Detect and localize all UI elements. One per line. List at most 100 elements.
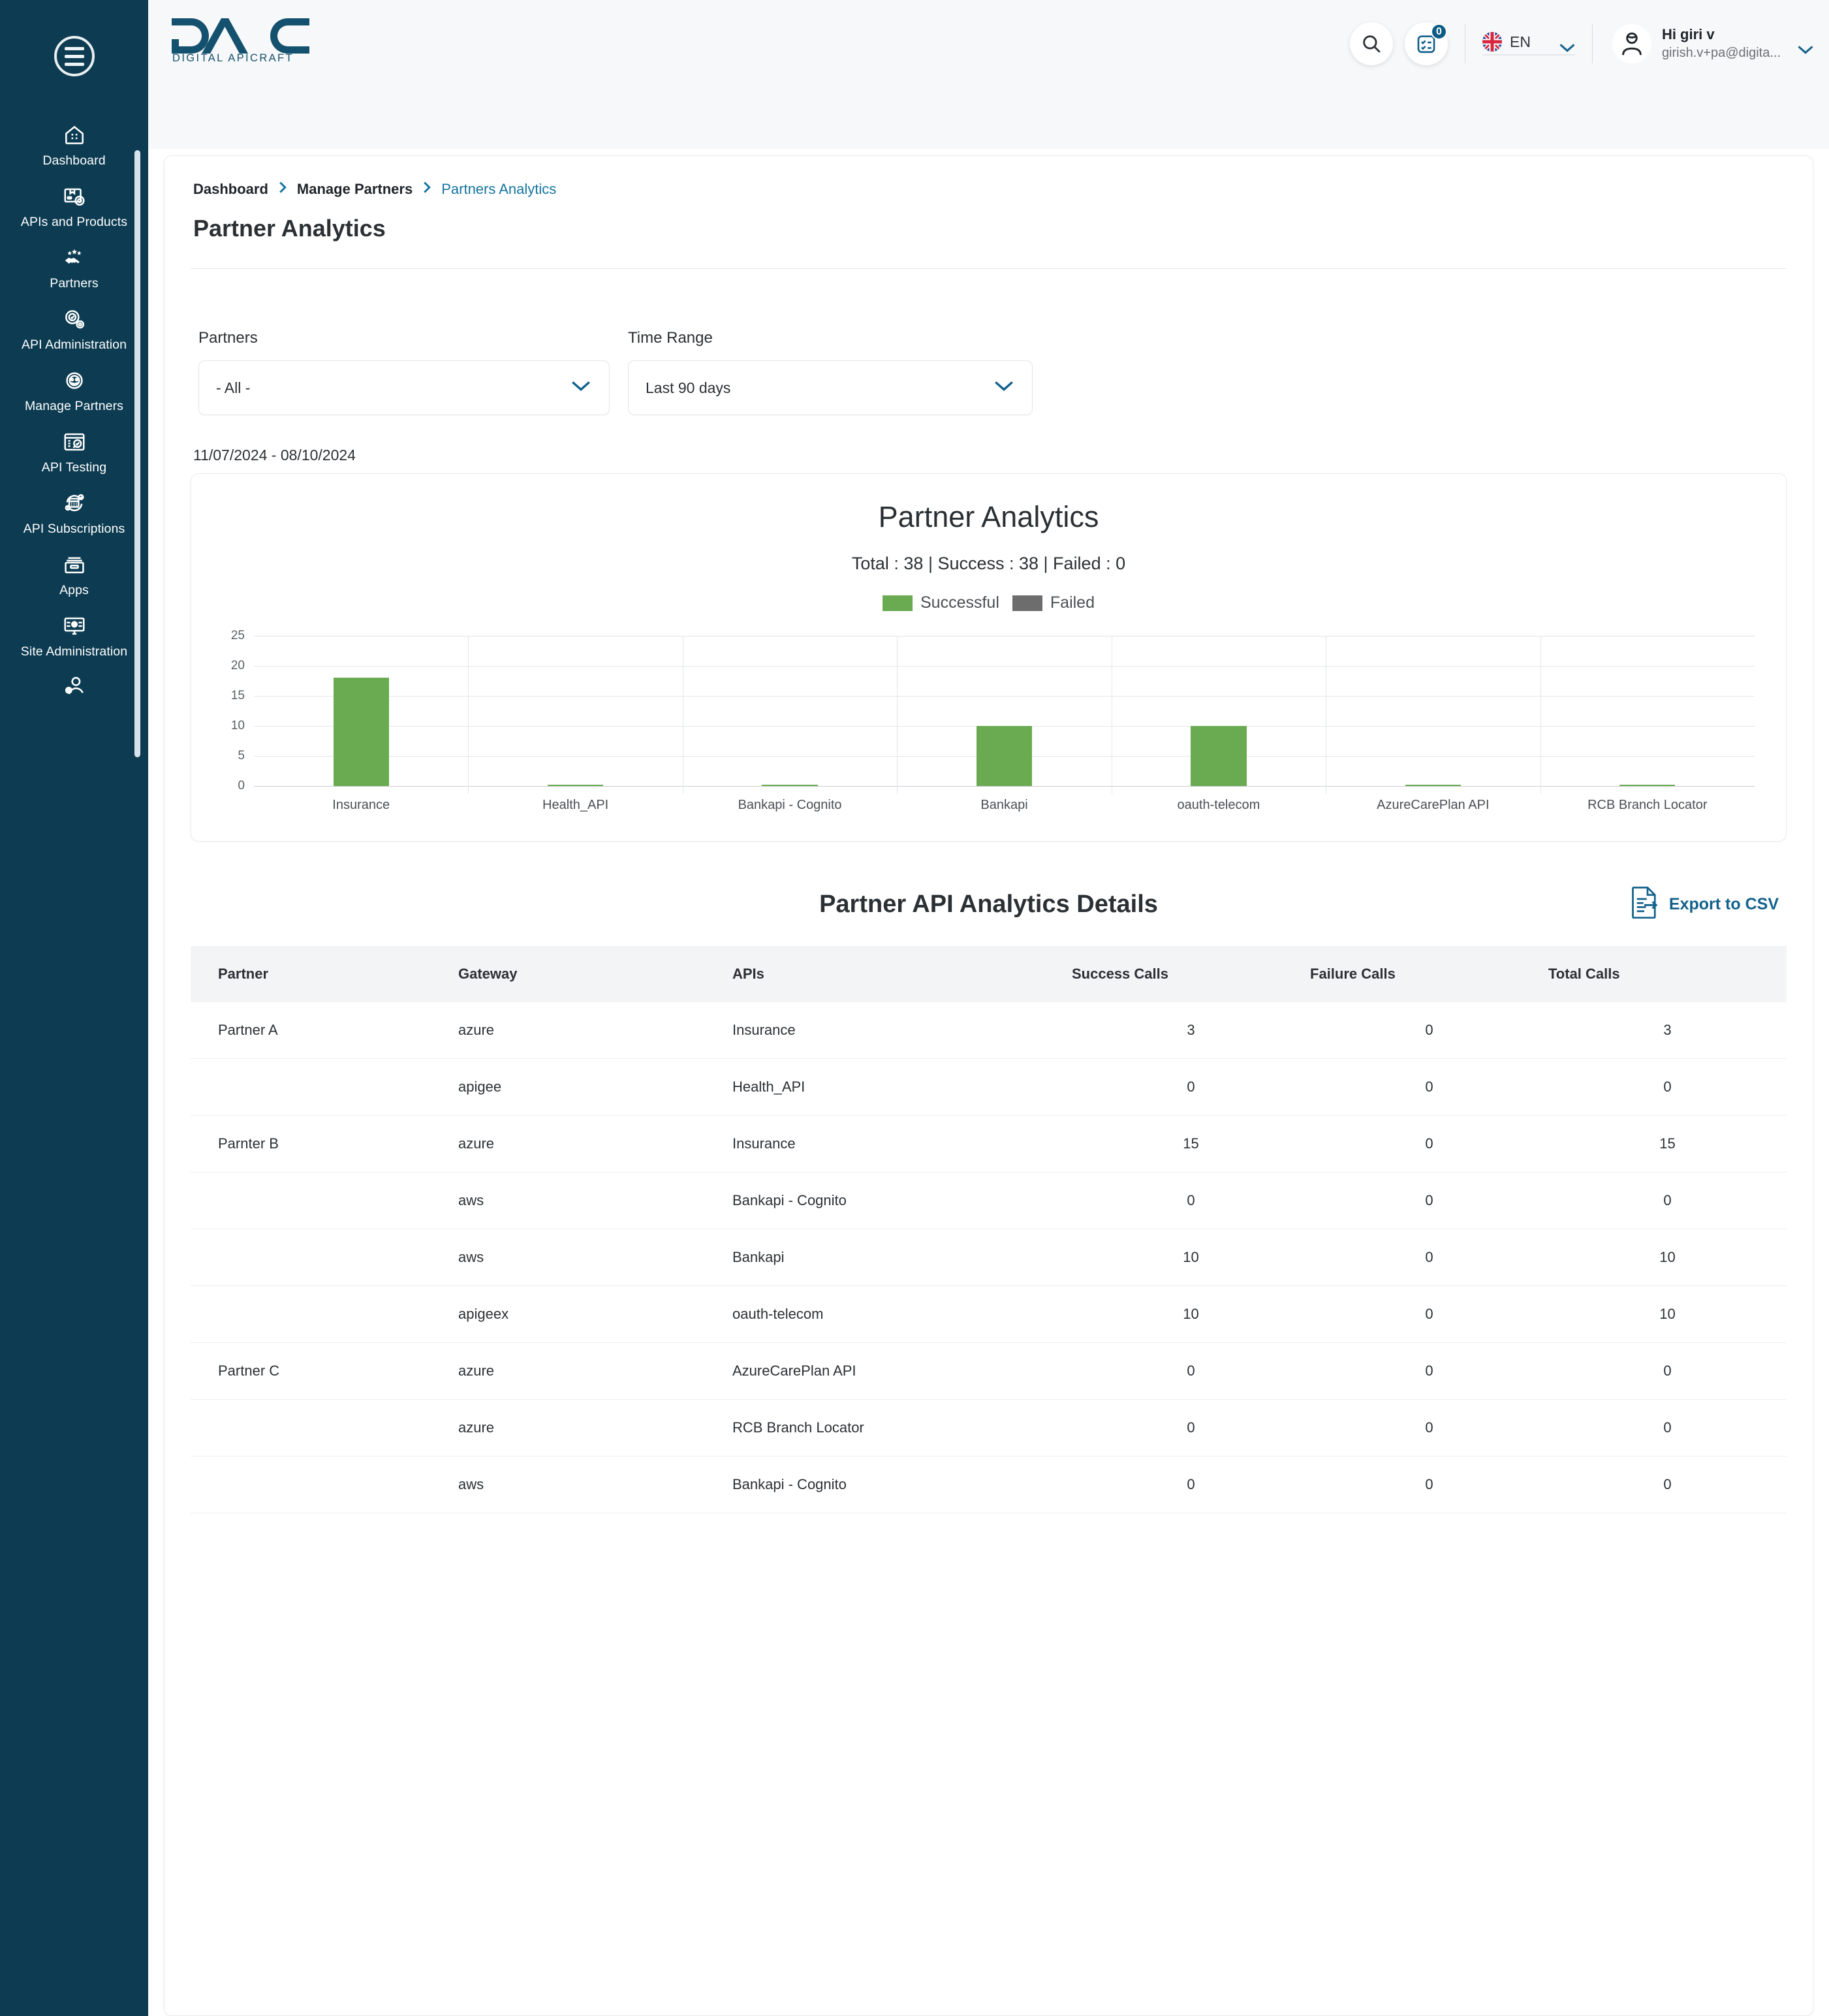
- sidebar-toggle[interactable]: [0, 0, 148, 112]
- cell-gateway: aws: [458, 1229, 732, 1286]
- cell-partner: [191, 1172, 458, 1229]
- table-row[interactable]: azure RCB Branch Locator 0 0 0: [191, 1399, 1787, 1457]
- search-icon: [1363, 35, 1381, 53]
- cell-apis: Bankapi: [732, 1229, 1072, 1286]
- chart-legend: Successful Failed: [213, 593, 1764, 612]
- cell-success-calls: 0: [1072, 1399, 1310, 1457]
- legend-label: Failed: [1050, 593, 1095, 612]
- column-header-failure-calls[interactable]: Failure Calls: [1310, 946, 1548, 1002]
- svg-text:DIGITAL APICRAFT: DIGITAL APICRAFT: [172, 52, 294, 63]
- gear-check-icon: [59, 306, 89, 333]
- sidebar-item-manage-partners[interactable]: Manage Partners: [0, 360, 148, 422]
- table-row[interactable]: Partner Cazure AzureCarePlan API 0 0 0: [191, 1342, 1787, 1400]
- chart-bar[interactable]: [1619, 784, 1676, 786]
- sidebar-item-api-testing[interactable]: API Testing: [0, 422, 148, 483]
- handshake-stars-icon: [59, 244, 89, 272]
- sidebar-item-dashboard[interactable]: Dashboard: [0, 115, 148, 176]
- sidebar-item-apis-and-products[interactable]: APIs and Products: [0, 176, 148, 238]
- calendar-refresh-dollar-icon: [59, 490, 89, 517]
- cell-total-calls: 0: [1548, 1456, 1787, 1513]
- x-axis-labels: Insurance Health_API Bankapi - Cognito Bank…: [254, 798, 1755, 824]
- user-email: girish.v+pa@digita...: [1661, 46, 1781, 60]
- hamburger-menu-icon[interactable]: [54, 36, 95, 76]
- export-file-icon: [1630, 886, 1659, 923]
- analytics-table: Partner Gateway APIs Success Calls Failu…: [191, 946, 1787, 1513]
- table-row[interactable]: aws Bankapi - Cognito 0 0 0: [191, 1456, 1787, 1513]
- search-button[interactable]: [1349, 22, 1393, 65]
- table-row[interactable]: apigee Health_API 0 0 0: [191, 1058, 1787, 1116]
- cell-total-calls: 0: [1548, 1058, 1787, 1116]
- table-row[interactable]: aws Bankapi 10 0 10: [191, 1229, 1787, 1286]
- chart-bar[interactable]: [333, 678, 389, 786]
- user-menu[interactable]: Hi giri v girish.v+pa@digita...: [1610, 24, 1813, 63]
- time-range-filter: Time Range Last 90 days: [628, 329, 1033, 415]
- language-selector[interactable]: EN: [1482, 32, 1575, 55]
- filters-row: Partners - All - Time Range Last 90 days: [191, 329, 1787, 415]
- column-header-success-calls[interactable]: Success Calls: [1072, 946, 1310, 1002]
- table-row[interactable]: Partner Aazure Insurance 3 0 3: [191, 1002, 1787, 1059]
- chart-title: Partner Analytics: [878, 500, 1099, 533]
- sidebar-item-label: APIs and Products: [20, 215, 128, 229]
- chart-bar[interactable]: [1405, 784, 1462, 786]
- chart-bar[interactable]: [547, 784, 604, 786]
- user-greeting: Hi giri v: [1661, 26, 1715, 42]
- table-row[interactable]: apigeex oauth-telecom 10 0 10: [191, 1285, 1787, 1343]
- chart-bar[interactable]: [762, 784, 818, 786]
- header-divider-2: [1591, 24, 1593, 63]
- legend-item-failed[interactable]: Failed: [1012, 593, 1095, 612]
- time-range-select-value: Last 90 days: [646, 379, 731, 396]
- legend-item-successful[interactable]: Successful: [883, 593, 999, 612]
- breadcrumb-chevron-icon: [422, 181, 432, 198]
- breadcrumb-item-dashboard[interactable]: Dashboard: [193, 181, 268, 198]
- tasks-badge: 0: [1430, 24, 1447, 40]
- cell-failure-calls: 0: [1310, 1399, 1548, 1457]
- column-header-partner[interactable]: Partner: [191, 946, 458, 1002]
- header-actions: 0 EN Hi giri v girish.v+pa@digita...: [1338, 0, 1813, 87]
- sidebar-item-label: Dashboard: [42, 153, 106, 168]
- tasks-button[interactable]: 0: [1404, 22, 1448, 65]
- sidebar-item-api-subscriptions[interactable]: API Subscriptions: [0, 483, 148, 544]
- column-header-apis[interactable]: APIs: [732, 946, 1072, 1002]
- sidebar-item-partners[interactable]: Partners: [0, 238, 148, 299]
- x-gridline: [1540, 636, 1541, 794]
- sidebar-item-site-administration[interactable]: Site Administration: [0, 606, 148, 667]
- chart-bar[interactable]: [1191, 726, 1247, 786]
- y-gridline: [254, 786, 1755, 787]
- table-row[interactable]: aws Bankapi - Cognito 0 0 0: [191, 1172, 1787, 1229]
- sidebar-item-api-administration[interactable]: API Administration: [0, 299, 148, 360]
- column-header-total-calls[interactable]: Total Calls: [1548, 946, 1787, 1002]
- cell-failure-calls: 0: [1310, 1229, 1548, 1286]
- cell-total-calls: 0: [1548, 1172, 1787, 1229]
- chart-bar[interactable]: [976, 726, 1033, 786]
- cell-gateway: azure: [458, 1342, 732, 1400]
- dac-logo[interactable]: DIGITAL APICRAFT: [170, 16, 311, 63]
- cell-failure-calls: 0: [1310, 1285, 1548, 1343]
- partners-select[interactable]: - All -: [198, 360, 610, 415]
- cell-total-calls: 0: [1548, 1399, 1787, 1457]
- cell-total-calls: 15: [1548, 1115, 1787, 1173]
- column-header-gateway[interactable]: Gateway: [458, 946, 732, 1002]
- top-header: DIGITAL APICRAFT 0 EN Hi giri v girish.v…: [148, 0, 1829, 149]
- cell-partner: Partner C: [191, 1342, 458, 1400]
- sidebar-scrollbar[interactable]: [134, 150, 140, 757]
- sidebar-nav-list: Dashboard APIs and Products Partners API…: [0, 112, 148, 701]
- cell-success-calls: 0: [1072, 1342, 1310, 1400]
- cell-success-calls: 3: [1072, 1002, 1310, 1059]
- x-axis-tick: Bankapi - Cognito: [738, 798, 842, 812]
- sidebar-item-users[interactable]: Users: [0, 667, 148, 701]
- sidebar-item-label: Apps: [59, 583, 89, 597]
- table-row[interactable]: Parnter Bazure Insurance 15 0 15: [191, 1115, 1787, 1173]
- cell-total-calls: 3: [1548, 1002, 1787, 1059]
- cell-apis: Insurance: [732, 1115, 1072, 1173]
- cell-gateway: azure: [458, 1399, 732, 1457]
- time-range-select[interactable]: Last 90 days: [628, 360, 1033, 415]
- export-to-csv-button[interactable]: Export to CSV: [1630, 886, 1787, 923]
- cell-partner: Partner A: [191, 1002, 458, 1059]
- cell-gateway: aws: [458, 1172, 732, 1229]
- cell-apis: Bankapi - Cognito: [732, 1456, 1072, 1513]
- cell-gateway: azure: [458, 1002, 732, 1059]
- breadcrumb-item-manage-partners[interactable]: Manage Partners: [297, 181, 413, 198]
- y-gridline: [254, 636, 1755, 637]
- cell-apis: AzureCarePlan API: [732, 1342, 1072, 1400]
- sidebar-item-apps[interactable]: Apps: [0, 544, 148, 606]
